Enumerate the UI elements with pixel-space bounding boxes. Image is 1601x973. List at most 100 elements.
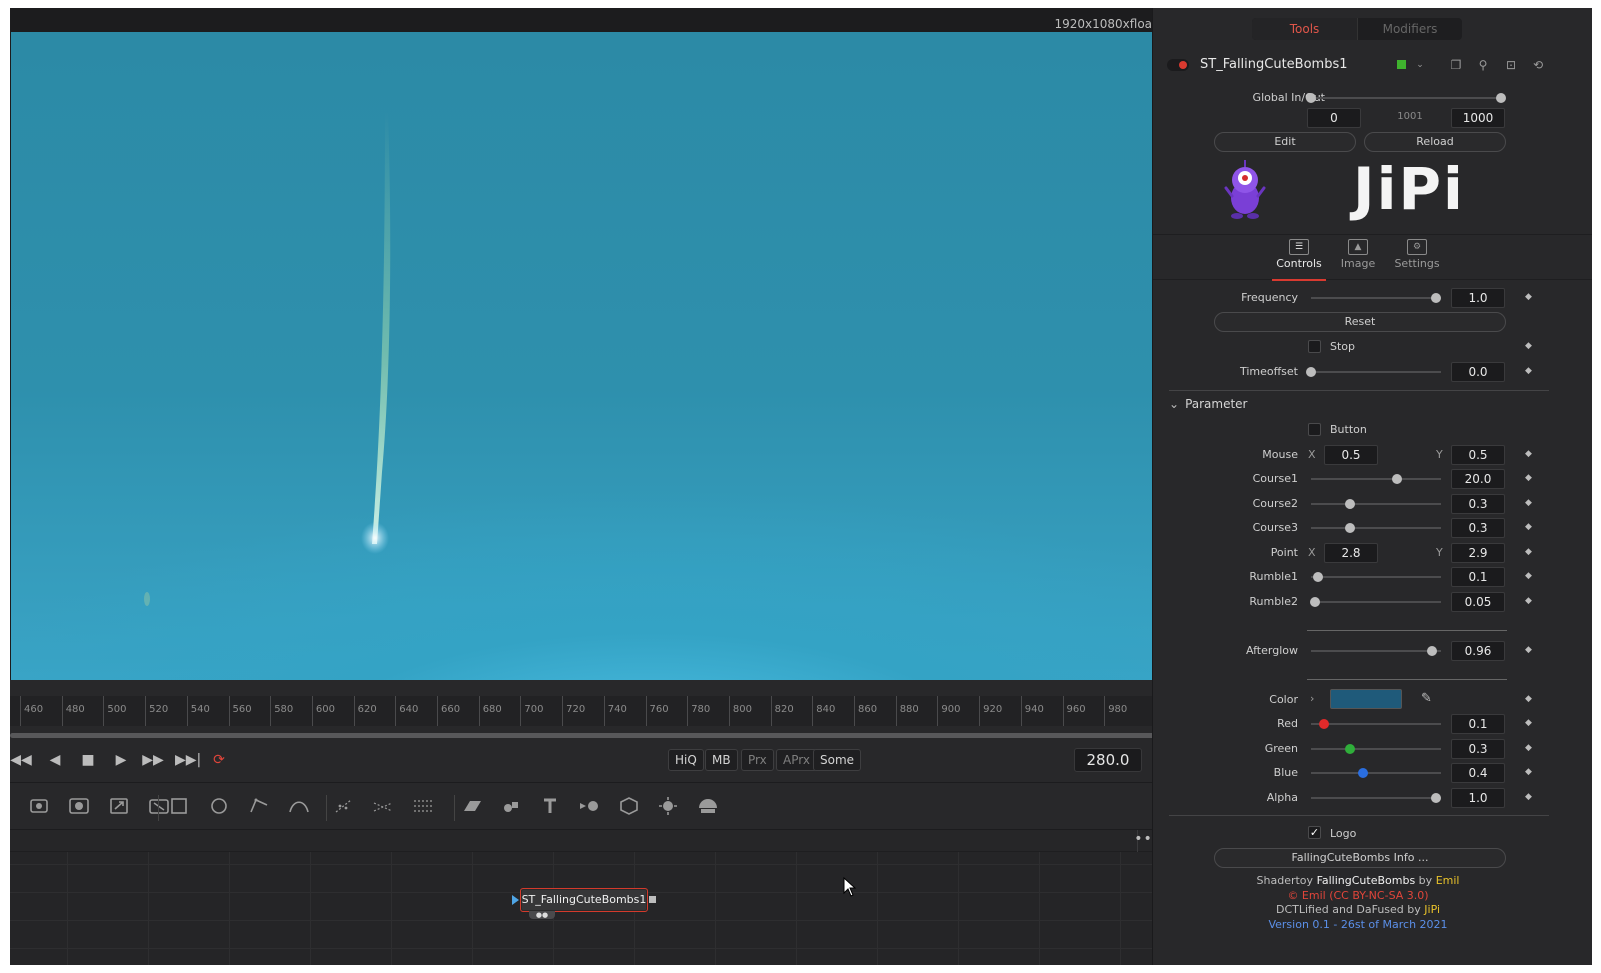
mode-button-mb[interactable]: MB xyxy=(705,749,738,771)
rewind-icon[interactable]: ◀◀ xyxy=(10,750,32,770)
frequency-slider[interactable] xyxy=(1311,293,1441,303)
color-swatch[interactable] xyxy=(1330,689,1402,709)
node-input-icon[interactable] xyxy=(512,895,519,905)
particle-merge-icon[interactable] xyxy=(410,793,436,819)
reset-button[interactable]: Reset xyxy=(1214,312,1506,332)
tab-image[interactable]: ▲ Image xyxy=(1331,239,1385,270)
reset-icon[interactable]: ⟲ xyxy=(1529,56,1547,74)
green-field[interactable]: 0.3 xyxy=(1451,739,1505,759)
slider-knob[interactable] xyxy=(1345,744,1355,754)
credits-license[interactable]: © Emil (CC BY-NC-SA 3.0) xyxy=(1153,889,1563,904)
blue-slider[interactable] xyxy=(1311,768,1441,778)
go-to-end-icon[interactable]: ▶▶| xyxy=(175,750,201,770)
mode-button-some[interactable]: Some xyxy=(813,749,862,771)
edit-button[interactable]: Edit xyxy=(1214,132,1356,152)
red-slider[interactable] xyxy=(1311,719,1441,729)
keyframe-icon[interactable]: ◆ xyxy=(1525,366,1532,376)
course2-field[interactable]: 0.3 xyxy=(1451,494,1505,514)
tool-enable-toggle[interactable] xyxy=(1167,59,1189,71)
credits-shader-title[interactable]: FallingCuteBombs xyxy=(1317,874,1416,887)
chevron-down-icon[interactable]: ⌄ xyxy=(1411,56,1429,74)
green-slider[interactable] xyxy=(1311,744,1441,754)
logo-checkbox[interactable]: ✓ xyxy=(1308,826,1321,839)
tab-controls[interactable]: ☰ Controls xyxy=(1272,239,1326,281)
light-3d-icon[interactable] xyxy=(655,793,681,819)
timeoffset-slider[interactable] xyxy=(1306,367,1441,377)
point-x-field[interactable]: 2.8 xyxy=(1324,543,1378,563)
blue-field[interactable]: 0.4 xyxy=(1451,763,1505,783)
keyframe-icon[interactable]: ◆ xyxy=(1525,571,1532,581)
tab-settings[interactable]: ⚙ Settings xyxy=(1390,239,1444,270)
keyframe-icon[interactable]: ◆ xyxy=(1525,718,1532,728)
node-editor[interactable]: ST_FallingCuteBombs1 ●● xyxy=(10,852,1172,965)
loop-icon[interactable]: ⟳ xyxy=(208,750,230,770)
keyframe-icon[interactable]: ◆ xyxy=(1525,767,1532,777)
slider-knob[interactable] xyxy=(1430,293,1441,303)
tab-tools[interactable]: Tools xyxy=(1252,18,1357,40)
timeoffset-field[interactable]: 0.0 xyxy=(1451,362,1505,382)
course2-slider[interactable] xyxy=(1311,499,1441,509)
tool-color-swatch[interactable] xyxy=(1397,60,1406,69)
bspline-mask-icon[interactable] xyxy=(286,793,312,819)
slider-knob[interactable] xyxy=(1309,597,1320,607)
afterglow-field[interactable]: 0.96 xyxy=(1451,641,1505,661)
course1-slider[interactable] xyxy=(1311,474,1441,484)
info-button[interactable]: FallingCuteBombs Info ... xyxy=(1214,848,1506,868)
merge-3d-icon[interactable] xyxy=(576,793,602,819)
course3-slider[interactable] xyxy=(1311,523,1441,533)
slider-knob[interactable] xyxy=(1345,523,1355,533)
global-in-handle[interactable] xyxy=(1306,93,1316,103)
global-in-field[interactable]: 0 xyxy=(1307,108,1361,128)
keyframe-icon[interactable]: ◆ xyxy=(1525,292,1532,302)
merge-icon[interactable] xyxy=(26,793,52,819)
keyframe-icon[interactable]: ◆ xyxy=(1525,341,1532,351)
node-output-icon[interactable] xyxy=(649,896,656,903)
versions-icon[interactable]: ❐ xyxy=(1447,56,1465,74)
mask-icon[interactable] xyxy=(66,793,92,819)
global-out-field[interactable]: 1000 xyxy=(1451,108,1505,128)
node-mask-input-icon[interactable]: ●● xyxy=(529,911,555,919)
text-3d-icon[interactable] xyxy=(537,793,563,819)
keyframe-icon[interactable]: ◆ xyxy=(1525,473,1532,483)
mouse-y-field[interactable]: 0.5 xyxy=(1451,445,1505,465)
chevron-right-icon[interactable]: › xyxy=(1310,692,1314,705)
rumble1-field[interactable]: 0.1 xyxy=(1451,567,1505,587)
lock-icon[interactable]: ⊡ xyxy=(1502,56,1520,74)
alpha-field[interactable]: 1.0 xyxy=(1451,788,1505,808)
viewer-image[interactable] xyxy=(11,32,1172,680)
step-back-icon[interactable]: ◀ xyxy=(44,750,66,770)
frequency-field[interactable]: 1.0 xyxy=(1451,288,1505,308)
alpha-slider[interactable] xyxy=(1311,793,1441,803)
button-checkbox[interactable] xyxy=(1308,423,1321,436)
camera-3d-icon[interactable] xyxy=(616,793,642,819)
keyframe-icon[interactable]: ◆ xyxy=(1525,547,1532,557)
slider-knob[interactable] xyxy=(1430,793,1441,803)
global-out-handle[interactable] xyxy=(1496,93,1506,103)
global-inout-slider[interactable] xyxy=(1306,93,1506,103)
rumble1-slider[interactable] xyxy=(1311,572,1441,582)
parameter-section-header[interactable]: ⌄ Parameter xyxy=(1169,397,1248,411)
keyframe-icon[interactable]: ◆ xyxy=(1525,645,1532,655)
current-time-field[interactable]: 280.0 xyxy=(1074,748,1142,772)
polygon-mask-icon[interactable] xyxy=(246,793,272,819)
keyframe-icon[interactable]: ◆ xyxy=(1525,522,1532,532)
keyframe-icon[interactable]: ◆ xyxy=(1525,694,1532,704)
shader-node[interactable]: ST_FallingCuteBombs1 xyxy=(520,888,648,912)
slider-knob[interactable] xyxy=(1312,572,1323,582)
afterglow-slider[interactable] xyxy=(1311,646,1441,656)
timeline-ruler[interactable]: 460 480 500 520 540 560 580 600 620 640 660 680 700 7… xyxy=(10,696,1172,726)
keyframe-icon[interactable]: ◆ xyxy=(1525,743,1532,753)
rumble2-slider[interactable] xyxy=(1309,597,1441,607)
rectangle-mask-icon[interactable] xyxy=(166,793,192,819)
stop-icon[interactable]: ■ xyxy=(77,750,99,770)
tool-name[interactable]: ST_FallingCuteBombs1 xyxy=(1200,57,1348,72)
keyframe-icon[interactable]: ◆ xyxy=(1525,449,1532,459)
image-plane-3d-icon[interactable] xyxy=(459,793,485,819)
timeline-scrollbar[interactable] xyxy=(10,733,1168,738)
slider-knob[interactable] xyxy=(1306,367,1316,377)
resize-icon[interactable] xyxy=(106,793,132,819)
slider-knob[interactable] xyxy=(1426,646,1437,656)
play-icon[interactable]: ▶ xyxy=(110,750,132,770)
tab-modifiers[interactable]: Modifiers xyxy=(1357,18,1462,40)
mode-button-prx[interactable]: Prx xyxy=(741,749,774,771)
